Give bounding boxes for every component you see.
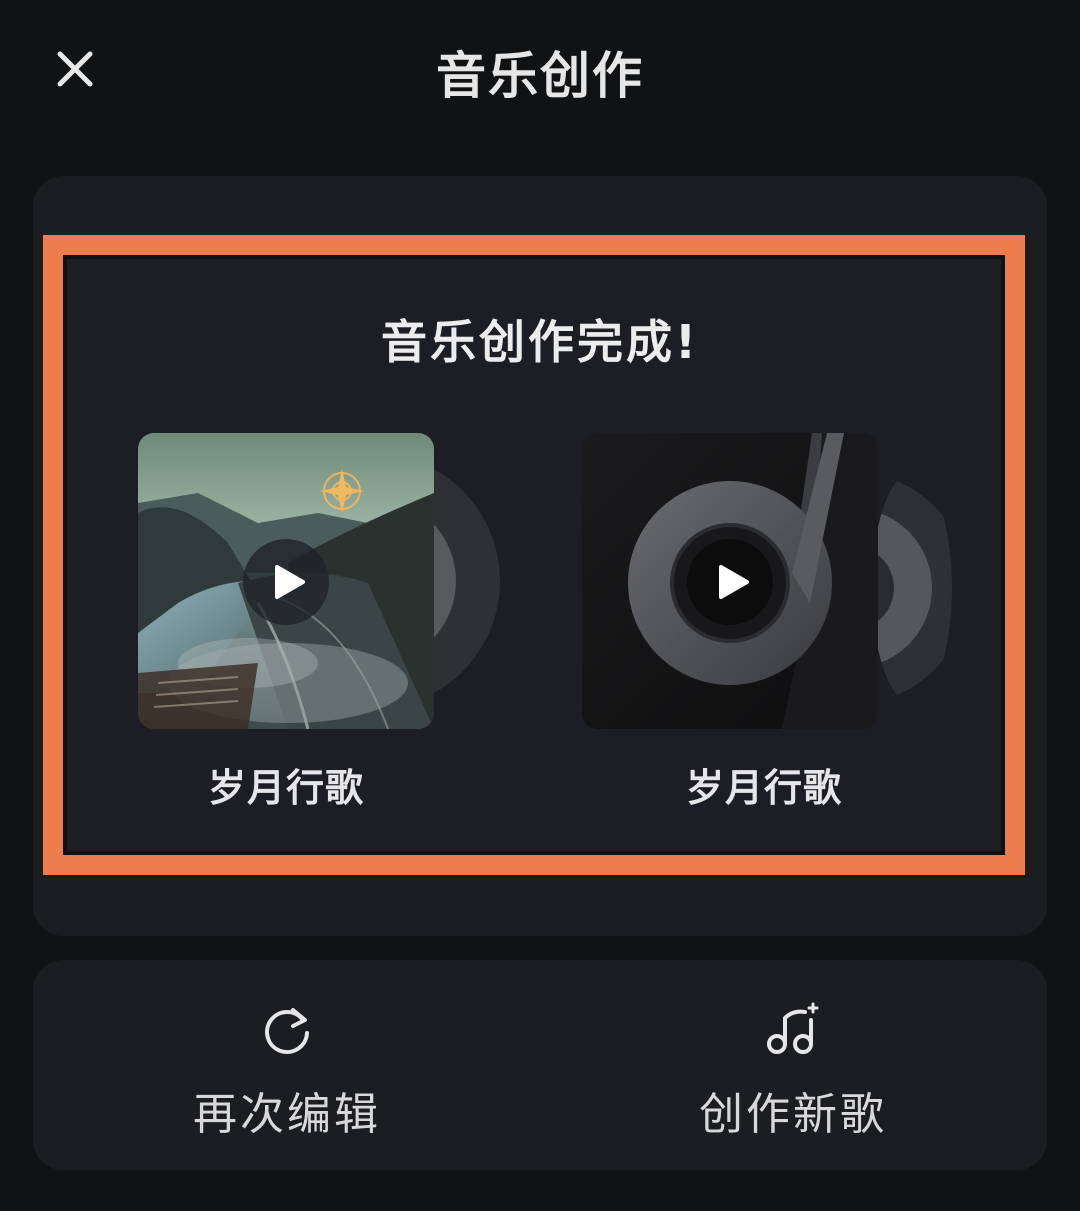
song-name-2: 岁月行歌: [685, 766, 842, 810]
play-icon: [719, 565, 749, 599]
music-notes-icon: [767, 1002, 819, 1054]
edit-again-button[interactable]: 再次编辑: [87, 960, 487, 1170]
play-button-2[interactable]: [687, 539, 773, 625]
actions-card: 再次编辑 创作新歌: [33, 960, 1047, 1170]
play-button-1[interactable]: [243, 539, 329, 625]
song-name-1: 岁月行歌: [207, 766, 364, 810]
completion-title: 音乐创作完成!: [381, 315, 699, 369]
play-icon: [275, 565, 305, 599]
create-new-song-button[interactable]: 创作新歌: [593, 960, 993, 1170]
vinyl-disc-icon: [872, 473, 952, 703]
refresh-icon: [265, 1008, 309, 1055]
song-card-1[interactable]: 岁月行歌: [138, 433, 508, 813]
page-title: 音乐创作: [436, 47, 644, 105]
edit-again-label: 再次编辑: [193, 1089, 381, 1140]
header: 音乐创作: [0, 0, 1080, 140]
create-new-label: 创作新歌: [699, 1089, 887, 1140]
song-card-2[interactable]: 岁月行歌: [582, 433, 952, 813]
